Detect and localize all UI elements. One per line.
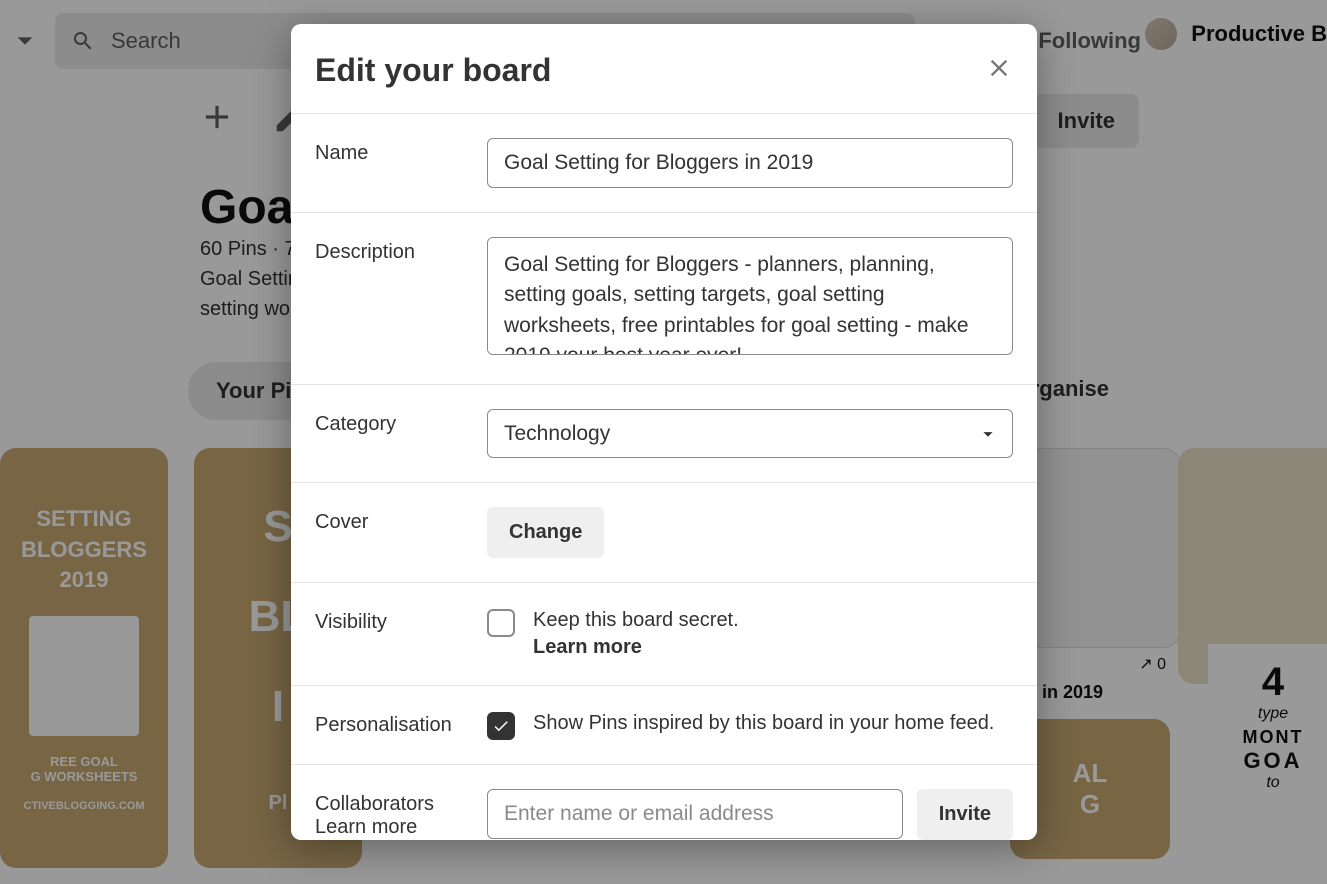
description-label: Description [315,237,487,360]
collaborator-invite-button[interactable]: Invite [917,789,1013,840]
board-description-input[interactable]: Goal Setting for Bloggers - planners, pl… [487,237,1013,355]
visibility-learn-more[interactable]: Learn more [533,636,642,658]
name-label: Name [315,138,487,188]
visibility-label: Visibility [315,607,487,661]
collaborators-learn-more[interactable]: Learn more [315,816,417,838]
board-name-input[interactable] [487,138,1013,188]
close-icon [985,54,1013,82]
collaborator-input[interactable] [487,789,903,839]
change-cover-button[interactable]: Change [487,507,604,558]
check-icon [492,717,510,735]
secret-checkbox[interactable] [487,609,515,637]
category-select[interactable]: Technology [487,409,1013,458]
edit-board-modal: Edit your board Name Description Goal Se… [291,24,1037,840]
visibility-text: Keep this board secret. [533,609,739,631]
modal-title: Edit your board [315,52,551,89]
personalisation-text: Show Pins inspired by this board in your… [533,710,994,737]
cover-label: Cover [315,507,487,558]
personalisation-label: Personalisation [315,710,487,740]
close-button[interactable] [985,54,1013,87]
category-label: Category [315,409,487,458]
personalisation-checkbox[interactable] [487,712,515,740]
collaborators-label: Collaborators [315,793,434,815]
